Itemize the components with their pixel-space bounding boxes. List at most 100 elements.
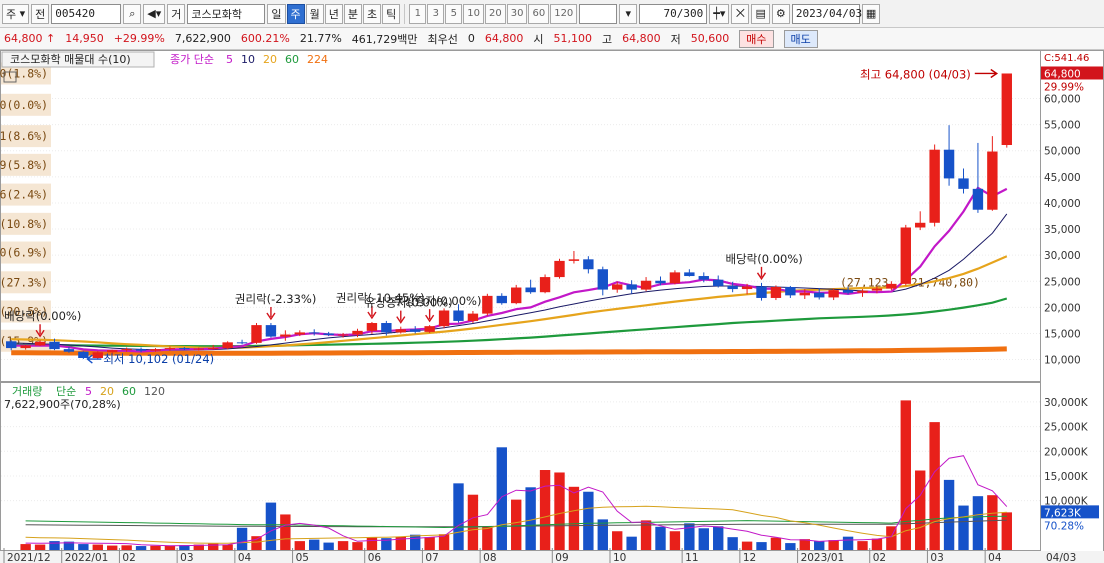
volume-bar [107, 545, 118, 550]
candle-body [395, 329, 406, 333]
sound-button[interactable]: ◀▾ [143, 3, 166, 24]
sell-button[interactable]: 매도 [783, 29, 818, 48]
volume-bar [958, 505, 969, 550]
price-profile-label: 25,115,659(5.8%) [0, 158, 48, 172]
x-tick-label: 03 [180, 552, 193, 563]
period-tab-4[interactable]: 분 [343, 3, 363, 24]
search-button[interactable]: ⌕ [123, 3, 142, 24]
stock-name-field[interactable]: 코스모화학 [187, 3, 266, 24]
candle-body [857, 290, 868, 293]
price-tick-label: 30,000 [1044, 250, 1081, 262]
x-tick-label: 08 [483, 552, 496, 563]
market-select[interactable]: 주 ▾ [2, 3, 30, 24]
price-legend-ma-5: 5 [226, 53, 233, 66]
x-tick-label: 03 [930, 552, 943, 563]
candle-body [92, 352, 103, 358]
volume-bar [496, 447, 507, 550]
chart-config-button[interactable]: ┿▾ [709, 3, 730, 24]
high-price-label: 최고 64,800 (04/03) [860, 67, 971, 81]
x-tick-label: 02 [873, 552, 886, 563]
volume-bar [150, 545, 161, 550]
price-tick-label: 35,000 [1044, 224, 1081, 236]
candle-body [842, 290, 854, 293]
price-legend-ma-60: 60 [285, 53, 299, 66]
candle-body [785, 286, 796, 296]
candle-body [193, 348, 204, 350]
scope-button[interactable]: 전 [31, 3, 50, 24]
price-profile-label: 46,263,885(10.8%) [0, 217, 48, 231]
candle-body [265, 325, 277, 337]
candle-body [63, 349, 75, 352]
interval-button-1[interactable]: 1 [409, 3, 427, 24]
trade-amount: 461,729백만 [351, 32, 418, 46]
x-tick-label: 2022/01 [65, 552, 109, 563]
candle-body [828, 290, 839, 298]
stock-code-input[interactable]: 005420 [51, 3, 122, 24]
candle-body [208, 348, 219, 350]
candle-body [381, 323, 392, 333]
toolbar: 주 ▾ 전 005420 ⌕ ◀▾ 거 코스모화학 일주월년분초틱 1 3 5 10 2… [0, 0, 1104, 28]
candle-body [958, 178, 969, 189]
interval-button-5[interactable]: 5 [445, 3, 463, 24]
axis-top-label: C:541.46 [1044, 53, 1089, 64]
calendar-button[interactable]: ▦ [861, 3, 881, 24]
volume-bar [597, 519, 608, 550]
period-tab-5[interactable]: 초 [363, 3, 382, 24]
axis-pct-label: 29.99% [1044, 81, 1084, 93]
interval-button-20[interactable]: 20 [485, 3, 506, 24]
bar-count-field[interactable]: 70/300 [639, 3, 708, 24]
volume-bar [323, 542, 334, 550]
period-tab-1[interactable]: 주 [286, 3, 305, 24]
x-tick-label: 04 [238, 552, 252, 563]
volume-vs-prev: 600.21% [240, 32, 290, 45]
candle-body [626, 284, 637, 290]
copy-button[interactable]: ▤ [751, 3, 770, 24]
candle-body [539, 277, 551, 293]
period-tab-3[interactable]: 년 [324, 3, 343, 24]
price-profile-label: 7,622,900(1.8%) [0, 66, 48, 80]
date-field[interactable]: 2023/04/03 [791, 3, 862, 24]
interval-custom-input[interactable] [579, 3, 618, 24]
candle-body [438, 310, 450, 327]
interval-dropdown-button[interactable]: ▾ [619, 3, 638, 24]
open-label: 시 [533, 32, 544, 46]
interval-button-3[interactable]: 3 [427, 3, 445, 24]
event-annotation: 배당락(0.00%) [726, 252, 803, 266]
candle-body [900, 227, 911, 284]
candle-body [727, 285, 738, 290]
candle-body [915, 222, 926, 228]
x-tick-label: 04 [988, 552, 1002, 563]
interval-button-10[interactable]: 10 [463, 3, 484, 24]
settings-button[interactable]: ⚙ [771, 3, 790, 24]
price-panel-frame [0, 50, 1041, 382]
volume-bar [915, 470, 926, 550]
candle-body [972, 188, 984, 210]
name-prefix-button[interactable]: 거 [167, 3, 186, 24]
period-tab-6[interactable]: 틱 [382, 3, 401, 24]
interval-button-60[interactable]: 60 [528, 3, 550, 24]
volume-bar [539, 470, 551, 550]
volume-bar [785, 543, 796, 550]
period-tab-2[interactable]: 월 [305, 3, 324, 24]
price-profile-label: 21,740,80) [911, 275, 980, 289]
period-tab-0[interactable]: 일 [267, 3, 286, 24]
x-tick-label: 06 [368, 552, 382, 563]
candle-body [467, 313, 479, 321]
candle-body [337, 334, 349, 336]
candle-body [612, 284, 623, 290]
price-profile-label: 10,139,726(2.4%) [0, 188, 48, 202]
price-change: 14,950 [65, 32, 104, 45]
volume: 7,622,900 [174, 32, 231, 45]
interval-button-30[interactable]: 30 [506, 3, 528, 24]
interval-button-120[interactable]: 120 [550, 3, 578, 24]
candle-body [34, 341, 46, 346]
candle-body [424, 326, 435, 332]
chart-type-button[interactable]: ⨉ [731, 3, 750, 24]
candle-body [698, 276, 709, 280]
buy-button[interactable]: 매수 [739, 29, 774, 48]
volume-bar [857, 541, 868, 550]
candle-body [236, 342, 248, 344]
candle-body [121, 349, 132, 351]
stock-chart[interactable]: 60,000 55,000 50,000 45,000 40,000 35,000 30,0… [0, 50, 1104, 563]
candle-body [251, 325, 262, 343]
